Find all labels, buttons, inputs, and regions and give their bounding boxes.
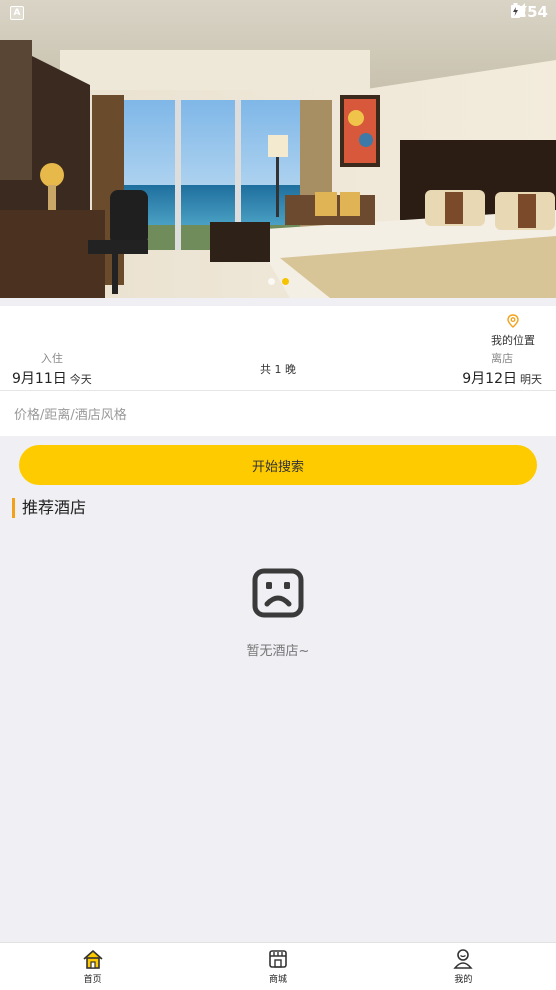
carousel-indicator [0, 278, 556, 285]
empty-state: 暂无酒店~ [0, 568, 556, 659]
booking-card: 我的位置 入住 9月11日 今天 共 1 晚 离店 9月12日 明天 [0, 306, 556, 436]
my-location-button[interactable]: 我的位置 [488, 314, 538, 348]
my-location-label: 我的位置 [491, 334, 535, 347]
user-icon [453, 949, 473, 969]
hotel-room-illustration [0, 0, 556, 298]
filter-input[interactable] [12, 404, 536, 426]
sad-face-icon [252, 568, 304, 618]
checkout-date-value: 9月12日 [462, 371, 517, 387]
recommended-hotels-title: 推荐酒店 [12, 498, 86, 518]
tab-home[interactable]: 首页 [0, 943, 185, 990]
checkout-day: 明天 [520, 373, 542, 386]
tab-profile-label: 我的 [454, 975, 473, 985]
battery-icon [510, 3, 520, 18]
start-search-button[interactable]: 开始搜索 [19, 445, 537, 485]
tab-profile[interactable]: 我的 [371, 943, 556, 990]
tab-store-label: 商城 [268, 975, 287, 985]
app-notification-icon: A [10, 6, 24, 20]
tab-home-label: 首页 [83, 975, 102, 985]
carousel-dot-active[interactable] [281, 278, 289, 285]
location-pin-icon [507, 314, 519, 328]
empty-state-text: 暂无酒店~ [246, 644, 310, 659]
bottom-tab-bar: 首页 商城 我的 [0, 942, 556, 990]
home-icon [83, 950, 103, 969]
divider [0, 390, 556, 391]
status-bar: A 3:54 [0, 0, 556, 26]
store-icon [269, 950, 287, 968]
app-screen: A 3:54 我的位置 入住 9月11日 今天 共 1 晚 离店 9月12日 明… [0, 0, 556, 990]
carousel-dot[interactable] [267, 278, 275, 285]
hotel-banner-image[interactable]: A 3:54 [0, 0, 556, 298]
checkout-label: 离店 [491, 352, 514, 365]
tab-store[interactable]: 商城 [185, 943, 370, 990]
checkout-date[interactable]: 离店 9月12日 明天 [462, 350, 542, 388]
